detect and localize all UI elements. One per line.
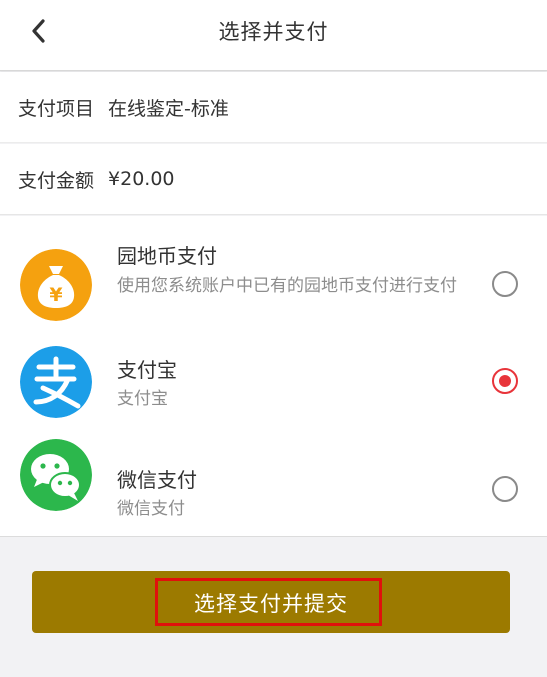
order-item-row: 支付项目 在线鉴定-标准 (0, 72, 547, 143)
payment-method-coin[interactable]: ¥ 园地币支付 使用您系统账户中已有的园地币支付进行支付 (0, 216, 547, 341)
payment-method-description: 使用您系统账户中已有的园地币支付进行支付 (117, 276, 457, 296)
payment-method-title: 微信支付 (117, 468, 197, 492)
order-amount-row: 支付金额 ¥20.00 (0, 144, 547, 215)
radio-selected-dot (499, 375, 511, 387)
submit-payment-button[interactable]: 选择支付并提交 (32, 571, 510, 633)
payment-method-description: 支付宝 (117, 389, 168, 409)
payment-method-list: ¥ 园地币支付 使用您系统账户中已有的园地币支付进行支付 支付宝 支付宝 微信支… (0, 216, 547, 537)
submit-button-label: 选择支付并提交 (194, 592, 348, 616)
payment-method-wechat[interactable]: 微信支付 微信支付 (0, 429, 547, 525)
radio-alipay-selected[interactable] (492, 368, 518, 394)
payment-method-description: 微信支付 (117, 499, 185, 519)
wechat-icon (20, 439, 92, 511)
order-item-value: 在线鉴定-标准 (108, 97, 229, 120)
order-item-label: 支付项目 (18, 97, 95, 120)
order-amount-label: 支付金额 (18, 169, 95, 192)
header-bar: 选择并支付 (0, 0, 547, 71)
page-title: 选择并支付 (218, 20, 329, 44)
radio-wechat[interactable] (492, 476, 518, 502)
payment-method-alipay[interactable]: 支付宝 支付宝 (0, 341, 547, 429)
payment-method-title: 支付宝 (117, 358, 177, 382)
money-bag-icon: ¥ (20, 249, 92, 321)
order-amount-value: ¥20.00 (108, 168, 175, 190)
svg-text:¥: ¥ (49, 284, 62, 306)
radio-coin[interactable] (492, 271, 518, 297)
alipay-icon (20, 346, 92, 418)
payment-method-title: 园地币支付 (117, 244, 217, 268)
